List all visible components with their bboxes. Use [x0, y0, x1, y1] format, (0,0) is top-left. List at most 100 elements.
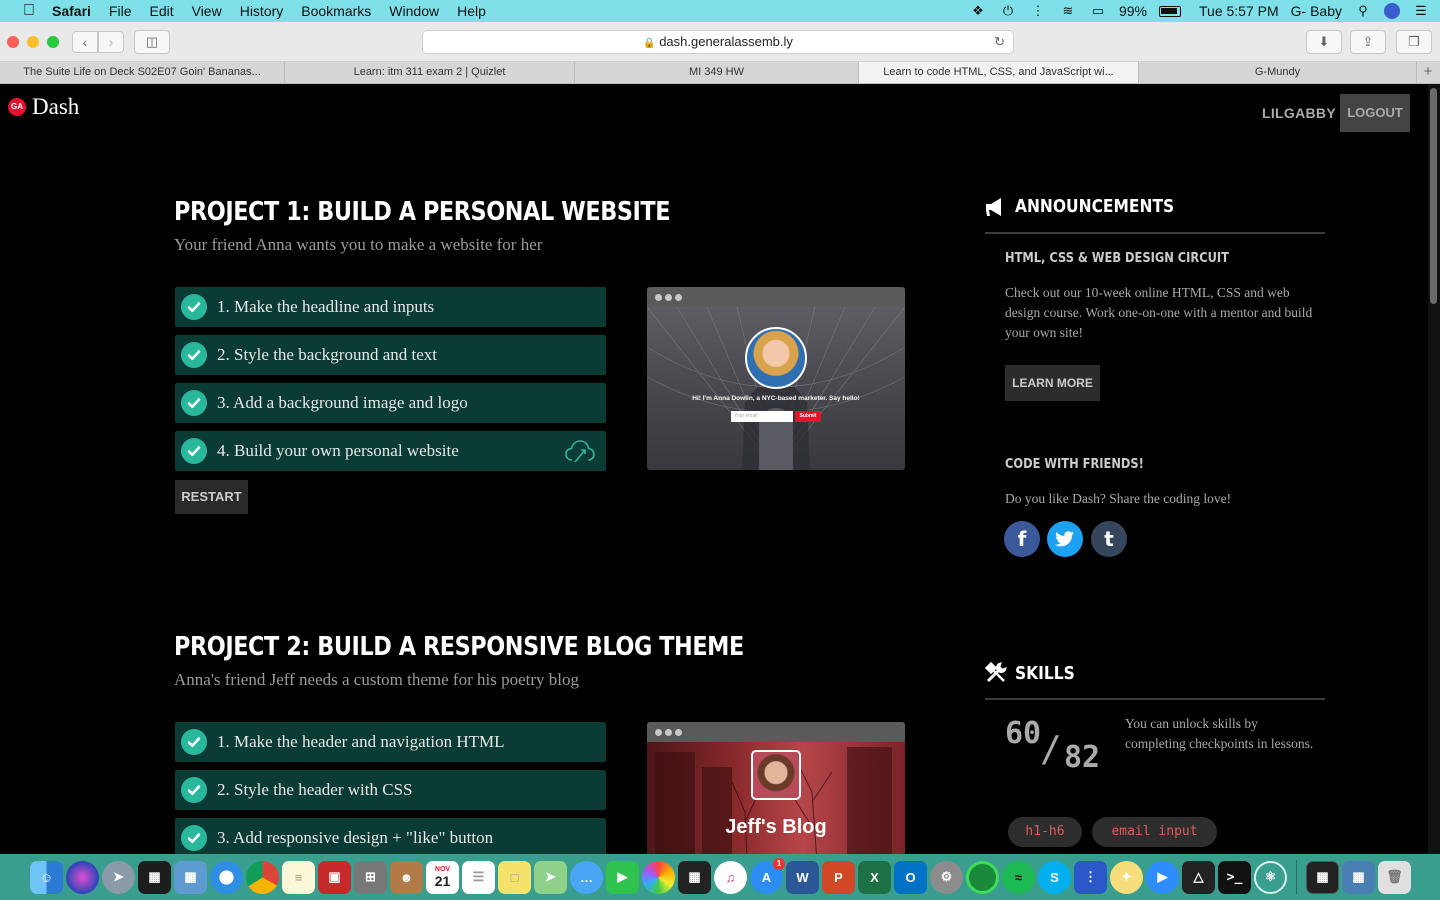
maps-icon[interactable]: ➤: [534, 860, 567, 894]
siri-icon[interactable]: [1384, 3, 1400, 19]
app-store-icon[interactable]: A 1: [750, 857, 785, 894]
username-link[interactable]: LILGABBY: [1262, 104, 1336, 122]
itunes-icon[interactable]: ♫: [714, 860, 747, 894]
power-icon[interactable]: ⏻: [999, 4, 1017, 18]
project-2-step-3[interactable]: 3. Add responsive design + "like" button: [175, 818, 606, 854]
tab-quizlet[interactable]: Learn: itm 311 exam 2 | Quizlet: [285, 62, 575, 83]
trash-icon[interactable]: 🗑: [1378, 860, 1411, 894]
project-2-step-1[interactable]: 1. Make the header and navigation HTML: [175, 722, 606, 762]
project-1-preview[interactable]: Hi! I'm Anna Dowlin, a NYC-based markete…: [647, 287, 905, 470]
launchpad-icon[interactable]: ➤: [102, 860, 135, 894]
wifi-icon[interactable]: ≋: [1059, 4, 1077, 18]
sidebar-toggle-button[interactable]: ◫: [134, 30, 170, 54]
photo-strip-icon[interactable]: ▦: [678, 860, 711, 894]
spotify-icon[interactable]: ≈: [1002, 860, 1035, 894]
reminders-icon[interactable]: ☰: [462, 860, 495, 894]
downloads-button[interactable]: ⬇: [1306, 30, 1342, 54]
apple-menu-icon[interactable]: : [20, 2, 38, 20]
unity-icon[interactable]: △: [1182, 860, 1215, 894]
battery-percent[interactable]: 99%: [1119, 3, 1147, 19]
back-button[interactable]: ‹: [72, 31, 98, 53]
menu-help[interactable]: Help: [457, 3, 486, 19]
dropbox-icon[interactable]: ❖: [969, 4, 987, 18]
excel-icon[interactable]: X: [858, 860, 891, 894]
menu-history[interactable]: History: [240, 3, 284, 19]
window-dot: [655, 728, 662, 736]
tab-overview-button[interactable]: ❐: [1396, 30, 1432, 54]
grid-dots-icon[interactable]: ⋮: [1029, 4, 1047, 18]
tumblr-share-button[interactable]: t: [1091, 521, 1127, 557]
restart-button[interactable]: RESTART: [175, 480, 248, 514]
spotlight-search-icon[interactable]: ⚲: [1354, 4, 1372, 18]
photo-booth-icon[interactable]: ▣: [318, 860, 351, 894]
menu-edit[interactable]: Edit: [149, 3, 173, 19]
airplay-icon[interactable]: ▭: [1089, 4, 1107, 18]
photos-icon[interactable]: [642, 860, 675, 894]
siri-dock-icon[interactable]: [66, 860, 99, 894]
menu-app-name[interactable]: Safari: [52, 3, 91, 19]
system-preferences-icon[interactable]: ⚙: [930, 860, 963, 894]
messages-icon[interactable]: …: [570, 860, 603, 894]
facebook-share-button[interactable]: f: [1004, 521, 1040, 557]
chrome-app-icon[interactable]: [246, 860, 279, 894]
terminal-icon[interactable]: >_: [1218, 860, 1251, 894]
circle-app-icon[interactable]: [966, 860, 999, 894]
tab-dash-active[interactable]: Learn to code HTML, CSS, and JavaScript …: [859, 62, 1139, 83]
menu-view[interactable]: View: [192, 3, 222, 19]
outlook-icon[interactable]: O: [894, 860, 927, 894]
menu-file[interactable]: File: [109, 3, 132, 19]
calendar-icon[interactable]: NOV 21: [426, 860, 459, 894]
keypad-app-icon[interactable]: ⋮: [1074, 860, 1107, 894]
user-name[interactable]: G- Baby: [1291, 3, 1342, 19]
skill-tag-h1-h6[interactable]: h1-h6: [1008, 817, 1082, 847]
zoom-window-button[interactable]: [47, 36, 59, 48]
finder-icon[interactable]: ☺: [30, 860, 63, 894]
address-bar[interactable]: 🔒 dash.generalassemb.ly ↻: [422, 30, 1014, 54]
project-2-step-2[interactable]: 2. Style the header with CSS: [175, 770, 606, 810]
forward-button[interactable]: ›: [98, 31, 124, 53]
project-1-step-3[interactable]: 3. Add a background image and logo: [175, 383, 606, 423]
atom-icon[interactable]: ⚛: [1254, 860, 1287, 894]
word-icon[interactable]: W: [786, 860, 819, 894]
logout-button[interactable]: LOGOUT: [1340, 94, 1410, 132]
menu-window[interactable]: Window: [389, 3, 439, 19]
tab-mi-349-hw[interactable]: MI 349 HW: [575, 62, 859, 83]
twitter-share-button[interactable]: [1047, 521, 1083, 557]
project-2-preview[interactable]: Jeff's Blog: [647, 722, 905, 854]
project-1-step-2[interactable]: 2. Style the background and text: [175, 335, 606, 375]
clock[interactable]: Tue 5:57 PM: [1199, 3, 1279, 19]
facetime-icon[interactable]: ▶: [606, 860, 639, 894]
notes-app-icon[interactable]: ≡: [282, 860, 315, 894]
share-button[interactable]: ⇪: [1350, 30, 1386, 54]
project-1-step-1[interactable]: 1. Make the headline and inputs: [175, 287, 606, 327]
tab-suite-life[interactable]: The Suite Life on Deck S02E07 Goin' Bana…: [0, 62, 285, 83]
battery-icon[interactable]: [1159, 5, 1181, 17]
dash-logo[interactable]: GA Dash: [8, 94, 79, 120]
notification-center-icon[interactable]: ☰: [1412, 4, 1430, 18]
skype-icon[interactable]: S: [1038, 860, 1071, 894]
learn-more-button[interactable]: LEARN MORE: [1005, 365, 1100, 401]
reload-icon[interactable]: ↻: [994, 31, 1005, 53]
cloud-upload-icon[interactable]: [564, 438, 596, 469]
project-1-step-4[interactable]: 4. Build your own personal website: [175, 431, 606, 471]
recent-window-2-icon[interactable]: ▦: [1342, 860, 1375, 894]
calculator-icon[interactable]: ⊞: [354, 860, 387, 894]
page-scrollbar[interactable]: [1428, 84, 1440, 854]
step-label: 2. Style the background and text: [217, 345, 438, 364]
scrollbar-thumb[interactable]: [1430, 88, 1437, 304]
recent-window-1-icon[interactable]: ▦: [1306, 860, 1339, 894]
yellow-app-icon[interactable]: ✦: [1110, 860, 1143, 894]
zoom-icon[interactable]: ▶: [1146, 860, 1179, 894]
tab-g-mundy[interactable]: G-Mundy: [1139, 62, 1417, 83]
powerpoint-icon[interactable]: P: [822, 860, 855, 894]
new-tab-button[interactable]: +: [1417, 62, 1439, 83]
safari-app-icon[interactable]: [210, 860, 243, 894]
contacts-icon[interactable]: ☻: [390, 860, 423, 894]
mission-control-icon[interactable]: ▦: [138, 860, 171, 894]
skill-tag-email-input[interactable]: email input: [1092, 817, 1217, 847]
preview-app-icon[interactable]: ▦: [174, 860, 207, 894]
close-window-button[interactable]: [7, 36, 19, 48]
minimize-window-button[interactable]: [27, 36, 39, 48]
stickies-icon[interactable]: □: [498, 860, 531, 894]
menu-bookmarks[interactable]: Bookmarks: [301, 3, 371, 19]
